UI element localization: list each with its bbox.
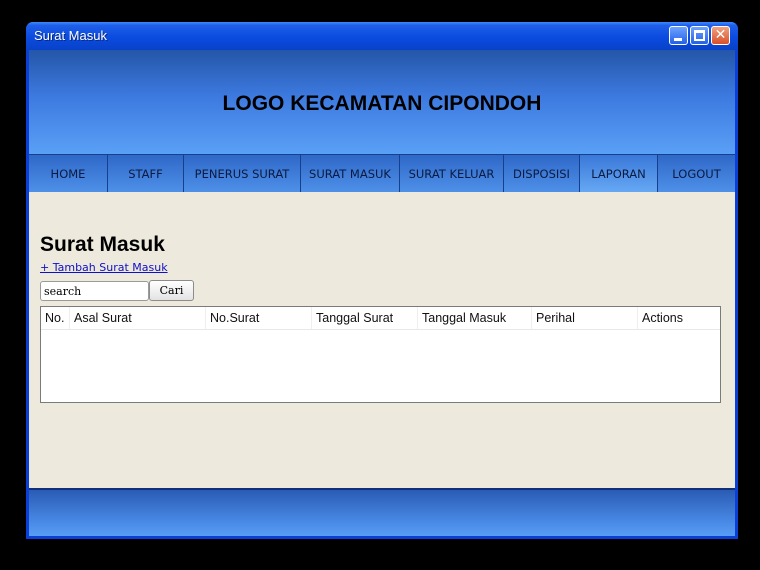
column-header-tanggal-surat[interactable]: Tanggal Surat xyxy=(312,307,418,329)
column-header-no-surat[interactable]: No.Surat xyxy=(206,307,312,329)
close-button[interactable]: ✕ xyxy=(711,26,730,45)
add-surat-masuk-link[interactable]: + Tambah Surat Masuk xyxy=(40,261,168,274)
search-button[interactable]: Cari xyxy=(149,280,194,301)
page-title: Surat Masuk xyxy=(40,233,165,256)
nav-item-penerus-surat[interactable]: PENERUS SURAT xyxy=(184,155,301,192)
nav-item-home[interactable]: HOME xyxy=(29,155,108,192)
nav-item-staff[interactable]: STAFF xyxy=(108,155,184,192)
logo-text: LOGO KECAMATAN CIPONDOH xyxy=(222,92,542,115)
column-header-no[interactable]: No. xyxy=(41,307,70,329)
header-banner: LOGO KECAMATAN CIPONDOH xyxy=(29,50,735,155)
search-input[interactable] xyxy=(40,281,149,301)
nav-item-surat-keluar[interactable]: SURAT KELUAR xyxy=(400,155,504,192)
minimize-icon xyxy=(674,38,682,41)
maximize-button[interactable] xyxy=(690,26,709,45)
nav-bar: HOME STAFF PENERUS SURAT SURAT MASUK SUR… xyxy=(29,154,735,192)
nav-item-logout[interactable]: LOGOUT xyxy=(658,155,735,192)
nav-item-laporan[interactable]: LAPORAN xyxy=(580,155,658,192)
close-icon: ✕ xyxy=(714,27,727,43)
footer-bar xyxy=(29,488,735,536)
table-header: No. Asal Surat No.Surat Tanggal Surat Ta… xyxy=(41,307,720,330)
title-bar[interactable]: Surat Masuk ✕ xyxy=(26,22,738,50)
column-header-perihal[interactable]: Perihal xyxy=(532,307,638,329)
surat-masuk-table: No. Asal Surat No.Surat Tanggal Surat Ta… xyxy=(40,306,721,403)
minimize-button[interactable] xyxy=(669,26,688,45)
column-header-actions[interactable]: Actions xyxy=(638,307,720,329)
client-area: LOGO KECAMATAN CIPONDOH HOME STAFF PENER… xyxy=(29,50,735,536)
maximize-icon xyxy=(694,30,705,41)
nav-item-disposisi[interactable]: DISPOSISI xyxy=(504,155,580,192)
window-title: Surat Masuk xyxy=(34,28,107,43)
column-header-tanggal-masuk[interactable]: Tanggal Masuk xyxy=(418,307,532,329)
column-header-asal-surat[interactable]: Asal Surat xyxy=(70,307,206,329)
nav-item-surat-masuk[interactable]: SURAT MASUK xyxy=(301,155,400,192)
app-window: Surat Masuk ✕ LOGO KECAMATAN CIPONDOH HO… xyxy=(26,22,738,539)
